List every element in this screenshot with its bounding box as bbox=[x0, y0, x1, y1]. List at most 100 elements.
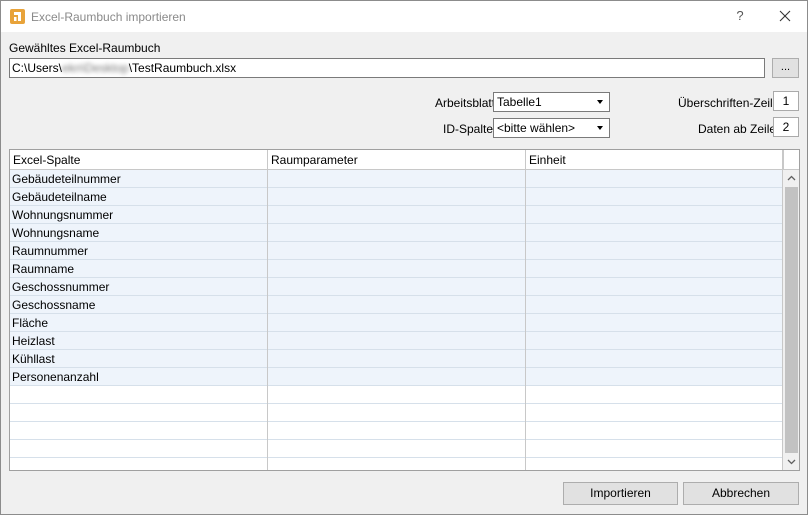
cell-excel-column[interactable]: Raumname bbox=[10, 260, 268, 278]
data-row-input[interactable]: 2 bbox=[773, 117, 799, 137]
cell-unit[interactable] bbox=[526, 332, 783, 350]
help-button[interactable]: ? bbox=[727, 5, 753, 27]
empty-cell[interactable] bbox=[526, 458, 783, 470]
cell-room-parameter[interactable] bbox=[268, 350, 526, 368]
table-row[interactable]: Geschossnummer bbox=[10, 278, 783, 296]
scroll-up-button[interactable] bbox=[783, 170, 799, 187]
empty-cell[interactable] bbox=[268, 404, 526, 422]
table-row[interactable]: Wohnungsname bbox=[10, 224, 783, 242]
cancel-button[interactable]: Abbrechen bbox=[683, 482, 799, 505]
cell-room-parameter[interactable] bbox=[268, 296, 526, 314]
table-row[interactable]: Raumname bbox=[10, 260, 783, 278]
chevron-up-icon bbox=[787, 175, 796, 181]
grid-header-corner bbox=[783, 150, 799, 170]
cell-room-parameter[interactable] bbox=[268, 260, 526, 278]
cell-excel-column[interactable]: Wohnungsnummer bbox=[10, 206, 268, 224]
sheet-dropdown[interactable]: Tabelle1 bbox=[493, 92, 610, 112]
cell-unit[interactable] bbox=[526, 170, 783, 188]
empty-cell[interactable] bbox=[526, 386, 783, 404]
cell-room-parameter[interactable] bbox=[268, 278, 526, 296]
empty-cell[interactable] bbox=[10, 404, 268, 422]
table-row[interactable]: Personenanzahl bbox=[10, 368, 783, 386]
table-row[interactable]: Raumnummer bbox=[10, 242, 783, 260]
empty-cell[interactable] bbox=[10, 422, 268, 440]
cell-excel-column[interactable]: Raumnummer bbox=[10, 242, 268, 260]
empty-cell[interactable] bbox=[10, 386, 268, 404]
cell-unit[interactable] bbox=[526, 242, 783, 260]
empty-cell[interactable] bbox=[10, 440, 268, 458]
table-row[interactable]: Gebäudeteilname bbox=[10, 188, 783, 206]
cell-unit[interactable] bbox=[526, 188, 783, 206]
id-column-value: <bitte wählen> bbox=[497, 121, 576, 135]
empty-cell[interactable] bbox=[10, 458, 268, 470]
cell-excel-column[interactable]: Wohnungsname bbox=[10, 224, 268, 242]
file-path-input[interactable]: C:\Users\ekn\Desktop\TestRaumbuch.xlsx bbox=[9, 58, 765, 78]
data-row-label: Daten ab Zeile bbox=[698, 122, 777, 136]
path-suffix: \TestRaumbuch.xlsx bbox=[128, 61, 237, 75]
cell-unit[interactable] bbox=[526, 368, 783, 386]
column-header-excel[interactable]: Excel-Spalte bbox=[10, 150, 268, 170]
header-row-input[interactable]: 1 bbox=[773, 91, 799, 111]
cell-unit[interactable] bbox=[526, 350, 783, 368]
cell-room-parameter[interactable] bbox=[268, 242, 526, 260]
id-column-dropdown[interactable]: <bitte wählen> bbox=[493, 118, 610, 138]
cell-room-parameter[interactable] bbox=[268, 188, 526, 206]
cell-excel-column[interactable]: Kühllast bbox=[10, 350, 268, 368]
table-row[interactable]: Heizlast bbox=[10, 332, 783, 350]
table-row[interactable]: Gebäudeteilnummer bbox=[10, 170, 783, 188]
cell-room-parameter[interactable] bbox=[268, 206, 526, 224]
chevron-down-icon bbox=[597, 126, 603, 130]
cell-room-parameter[interactable] bbox=[268, 368, 526, 386]
cell-room-parameter[interactable] bbox=[268, 314, 526, 332]
cell-excel-column[interactable]: Geschossname bbox=[10, 296, 268, 314]
table-row-empty[interactable] bbox=[10, 386, 783, 404]
cell-room-parameter[interactable] bbox=[268, 224, 526, 242]
column-header-unit[interactable]: Einheit bbox=[526, 150, 783, 170]
empty-cell[interactable] bbox=[526, 404, 783, 422]
cell-room-parameter[interactable] bbox=[268, 332, 526, 350]
table-row[interactable]: Fläche bbox=[10, 314, 783, 332]
table-row-empty[interactable] bbox=[10, 440, 783, 458]
table-row-empty[interactable] bbox=[10, 404, 783, 422]
table-row[interactable]: Geschossname bbox=[10, 296, 783, 314]
cell-room-parameter[interactable] bbox=[268, 170, 526, 188]
table-row[interactable]: Wohnungsnummer bbox=[10, 206, 783, 224]
grid-header: Excel-Spalte Raumparameter Einheit bbox=[10, 150, 783, 170]
empty-cell[interactable] bbox=[526, 422, 783, 440]
header-row-label: Überschriften-Zeile bbox=[678, 96, 780, 110]
cell-unit[interactable] bbox=[526, 278, 783, 296]
column-mapping-grid: Excel-Spalte Raumparameter Einheit Gebäu… bbox=[9, 149, 800, 471]
import-button[interactable]: Importieren bbox=[563, 482, 678, 505]
cell-excel-column[interactable]: Geschossnummer bbox=[10, 278, 268, 296]
id-column-label: ID-Spalte bbox=[443, 122, 494, 136]
cell-excel-column[interactable]: Fläche bbox=[10, 314, 268, 332]
vertical-scrollbar[interactable] bbox=[783, 170, 799, 470]
close-button[interactable] bbox=[771, 5, 799, 27]
table-row[interactable]: Kühllast bbox=[10, 350, 783, 368]
empty-cell[interactable] bbox=[268, 422, 526, 440]
cell-unit[interactable] bbox=[526, 224, 783, 242]
empty-cell[interactable] bbox=[268, 440, 526, 458]
cell-unit[interactable] bbox=[526, 260, 783, 278]
scroll-down-button[interactable] bbox=[783, 453, 799, 470]
empty-cell[interactable] bbox=[526, 440, 783, 458]
cell-unit[interactable] bbox=[526, 206, 783, 224]
empty-cell[interactable] bbox=[268, 386, 526, 404]
browse-button[interactable]: ... bbox=[772, 58, 799, 78]
cell-excel-column[interactable]: Gebäudeteilnummer bbox=[10, 170, 268, 188]
cell-excel-column[interactable]: Personenanzahl bbox=[10, 368, 268, 386]
cell-excel-column[interactable]: Gebäudeteilname bbox=[10, 188, 268, 206]
table-row-empty[interactable] bbox=[10, 458, 783, 470]
cell-unit[interactable] bbox=[526, 296, 783, 314]
cell-excel-column[interactable]: Heizlast bbox=[10, 332, 268, 350]
chevron-down-icon bbox=[597, 100, 603, 104]
scroll-thumb[interactable] bbox=[785, 187, 798, 453]
empty-cell[interactable] bbox=[268, 458, 526, 470]
title-bar: Excel-Raumbuch importieren ? bbox=[1, 1, 807, 32]
column-header-parameter[interactable]: Raumparameter bbox=[268, 150, 526, 170]
table-row-empty[interactable] bbox=[10, 422, 783, 440]
path-prefix: C:\Users\ bbox=[12, 61, 63, 75]
cell-unit[interactable] bbox=[526, 314, 783, 332]
path-blurred: ekn\Desktop bbox=[62, 61, 129, 75]
window-title: Excel-Raumbuch importieren bbox=[31, 10, 186, 24]
